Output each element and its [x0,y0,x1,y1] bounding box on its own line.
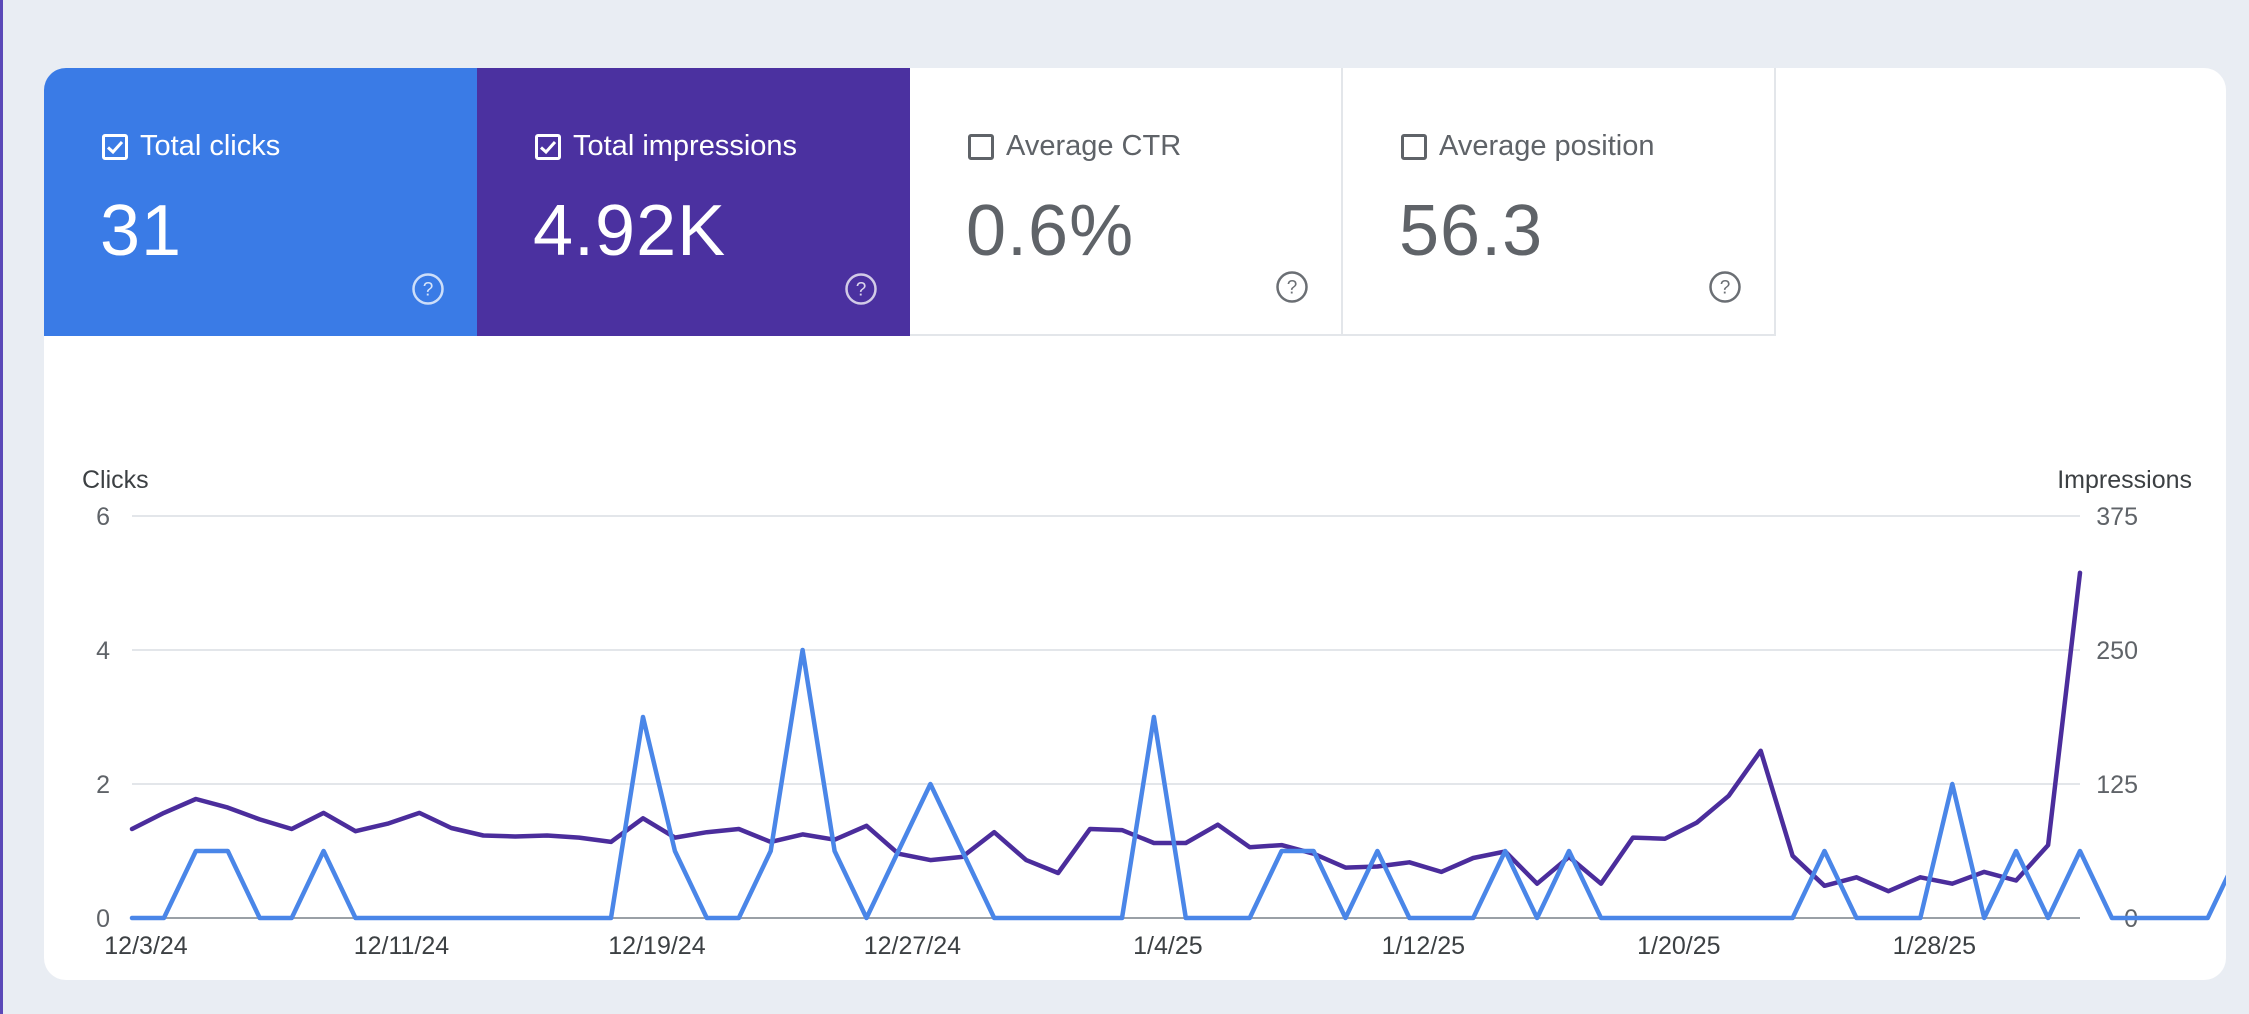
left-tick-label: 0 [96,905,110,933]
left-axis-title: Clicks [82,466,149,494]
metric-value: 0.6% [966,191,1135,271]
checkbox-unchecked-icon[interactable] [1401,133,1427,160]
x-tick-label: 12/19/24 [608,932,705,960]
left-tick-label: 2 [96,771,110,799]
gridlines [132,515,2080,919]
performance-chart: Clicks Impressions 02460125250375 12/3/2… [82,466,2226,960]
x-tick-label: 1/20/25 [1637,932,1720,960]
svg-text:?: ? [423,280,434,301]
metric-total-clicks[interactable]: Total clicks 31 ? [44,68,477,336]
x-tick-label: 12/3/24 [104,932,188,960]
metric-label: Total clicks [140,130,281,162]
metric-average-position[interactable]: Average position 56.3 ? [1343,68,1776,336]
metric-value: 56.3 [1399,191,1544,271]
help-icon[interactable]: ? [411,272,445,306]
right-axis-title: Impressions [2057,466,2192,494]
metric-header: Total clicks [102,130,280,163]
x-tick-label: 12/11/24 [354,932,450,960]
right-tick-label: 125 [2096,771,2138,799]
metric-label: Average CTR [1006,130,1182,162]
checkbox-checked-icon[interactable] [535,133,561,160]
performance-card: Total clicks 31 ? Total impressions 4.92… [44,68,2226,980]
help-icon[interactable]: ? [1708,270,1742,304]
right-tick-label: 375 [2096,503,2138,531]
window-edge [0,0,3,1014]
left-tick-label: 6 [96,503,110,531]
svg-text:?: ? [1287,278,1298,299]
metric-label: Total impressions [573,130,798,162]
help-icon[interactable]: ? [844,272,878,306]
x-tick-label: 1/12/25 [1382,932,1465,960]
chart-lines [129,570,2226,921]
left-tick-label: 4 [96,637,110,665]
metric-tabs: Total clicks 31 ? Total impressions 4.92… [44,68,1776,336]
x-tick-label: 1/4/25 [1133,932,1203,960]
metric-header: Average CTR [968,130,1181,163]
x-axis-ticks: 12/3/24 12/11/24 12/19/24 12/27/24 1/4/25 1/1… [104,932,1976,960]
svg-text:?: ? [856,280,867,301]
metric-total-impressions[interactable]: Total impressions 4.92K ? [477,68,910,336]
series-line-impressions [129,570,2083,894]
metric-header: Total impressions [535,130,797,163]
metric-label: Average position [1439,130,1655,162]
checkbox-checked-icon[interactable] [102,133,128,160]
svg-text:?: ? [1720,278,1731,299]
x-tick-label: 1/28/25 [1893,932,1976,960]
right-tick-label: 250 [2096,637,2138,665]
metric-value: 31 [100,191,183,271]
checkbox-unchecked-icon[interactable] [968,133,994,160]
help-icon[interactable]: ? [1275,270,1309,304]
metric-value: 4.92K [533,191,727,271]
metric-header: Average position [1401,130,1655,163]
x-tick-label: 12/27/24 [864,932,961,960]
metric-average-ctr[interactable]: Average CTR 0.6% ? [910,68,1343,336]
